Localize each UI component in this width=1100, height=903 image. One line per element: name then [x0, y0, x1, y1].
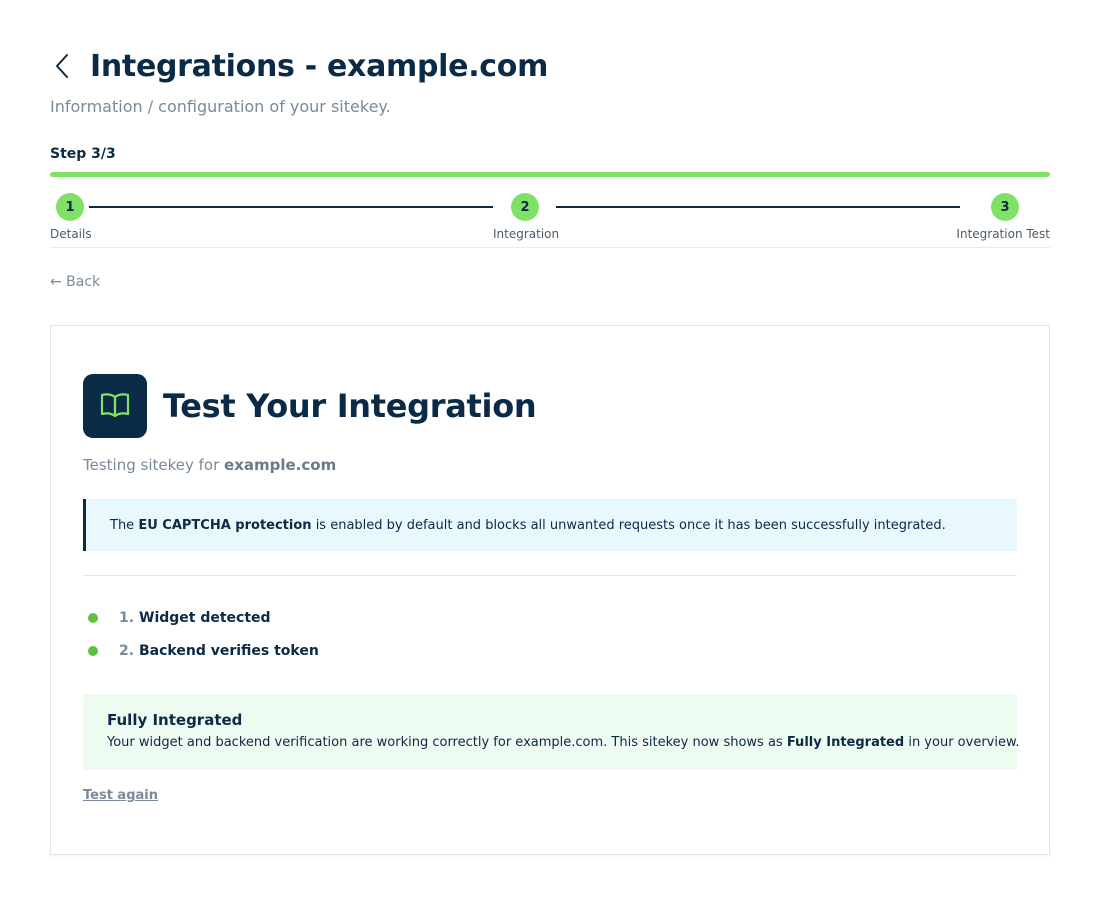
info-highlight: EU CAPTCHA protection — [138, 517, 312, 533]
check-number: 1. — [119, 609, 135, 626]
list-item: 2. Backend verifies token — [83, 634, 683, 667]
title-row: Integrations - example.com — [50, 44, 1050, 88]
card-header: Test Your Integration — [83, 374, 537, 438]
page-title: Integrations - example.com — [90, 48, 549, 84]
step-2-circle[interactable]: 2 — [511, 193, 539, 221]
page-header: Integrations - example.com Information /… — [50, 44, 1050, 117]
step-1-circle[interactable]: 1 — [56, 193, 84, 221]
success-message-prefix: Your widget and backend verification are… — [107, 735, 783, 750]
card-title: Test Your Integration — [163, 387, 537, 425]
integration-test-card: Test Your Integration Testing sitekey fo… — [50, 325, 1050, 855]
progress-bar-fill — [50, 172, 1050, 177]
success-callout: Fully Integrated Your widget and backend… — [83, 694, 1020, 770]
stepper: 1 2 3 Details Integration Integration Te… — [50, 193, 1050, 248]
divider — [83, 575, 1017, 576]
success-message-suffix: in your overview. — [908, 735, 1020, 750]
testing-domain: example.com — [224, 456, 337, 474]
step-3-circle[interactable]: 3 — [991, 193, 1019, 221]
testing-sitekey-text: Testing sitekey for example.com — [83, 456, 336, 474]
page-subtitle: Information / configuration of your site… — [50, 97, 391, 116]
step-connector — [556, 206, 960, 208]
check-label: Backend verifies token — [139, 642, 319, 659]
success-title: Fully Integrated — [107, 711, 243, 729]
step-connector — [89, 206, 493, 208]
progress-bar — [50, 172, 1050, 177]
check-number: 2. — [119, 642, 135, 659]
step-2-label: Integration — [493, 227, 560, 241]
step-counter: Step 3/3 — [50, 146, 116, 162]
info-suffix: is enabled by default and blocks all unw… — [315, 517, 946, 533]
info-prefix: The — [110, 517, 135, 533]
book-open-icon — [83, 374, 147, 438]
info-callout: The EU CAPTCHA protection is enabled by … — [83, 499, 1017, 551]
status-dot — [88, 645, 98, 656]
chevron-left-icon[interactable] — [54, 51, 84, 81]
status-dot — [88, 612, 98, 623]
list-item: 1. Widget detected — [83, 601, 683, 634]
step-1-label: Details — [50, 227, 92, 241]
check-list: 1. Widget detected 2. Backend verifies t… — [83, 601, 683, 667]
back-link[interactable]: ← Back — [50, 274, 100, 290]
check-label: Widget detected — [139, 609, 271, 626]
test-again-link[interactable]: Test again — [83, 788, 158, 803]
testing-prefix: Testing sitekey for — [83, 456, 220, 474]
success-message: Your widget and backend verification are… — [107, 735, 1020, 750]
success-message-highlight: Fully Integrated — [786, 735, 905, 750]
step-3-label: Integration Test — [956, 227, 1050, 241]
